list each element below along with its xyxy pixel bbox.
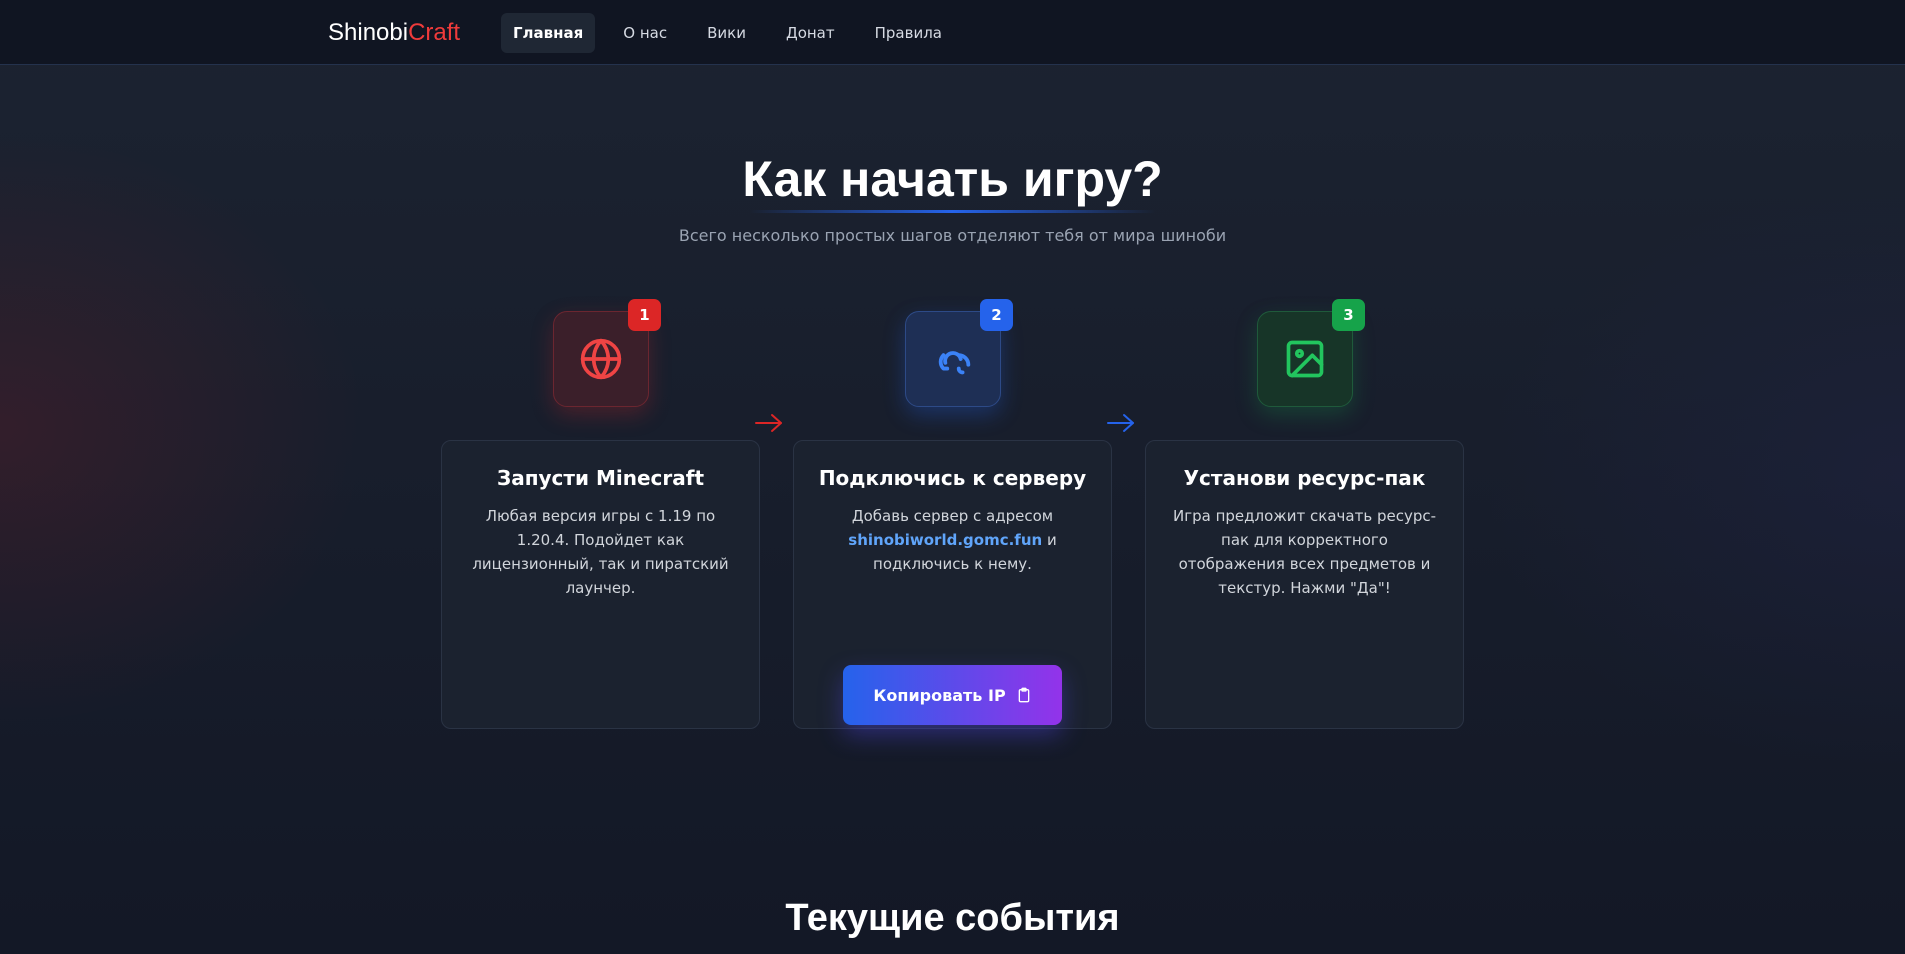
link-icon [938, 351, 971, 375]
copy-ip-button-label: Копировать IP [873, 685, 1006, 705]
logo-text-accent: Craft [408, 19, 461, 46]
nav-link-wiki[interactable]: Вики [695, 13, 758, 53]
step-card-resource-pack: Установи ресурс-пак Игра предложит скача… [1145, 440, 1464, 729]
step-card-text: Любая версия игры с 1.19 по 1.20.4. Подо… [472, 507, 729, 597]
step-card-text-before: Добавь сервер с адресом [851, 507, 1054, 525]
nav-link-rules[interactable]: Правила [863, 13, 954, 53]
step-2-badge: 2 [980, 299, 1013, 331]
step-1-badge: 1 [628, 299, 661, 331]
step-card-title: Запусти Minecraft [496, 466, 705, 490]
hero-title: Как начать игру? [742, 151, 1163, 207]
copy-ip-button[interactable]: Копировать IP [843, 665, 1062, 725]
hero-subtitle: Всего несколько простых шагов отделяют т… [678, 226, 1227, 245]
server-address-link[interactable]: shinobiworld.gomc.fun [848, 531, 1042, 549]
arrow-right-icon [755, 414, 782, 432]
navbar: ShinobiCraft Главная О нас Вики Донат Пр… [0, 0, 1905, 65]
nav-link-about[interactable]: О нас [611, 13, 679, 53]
events-section-title: Текущие события [785, 897, 1120, 939]
image-icon [1286, 340, 1324, 378]
step-card-title: Подключись к серверу [818, 466, 1087, 490]
clipboard-icon [1018, 687, 1030, 703]
step-card-title: Установи ресурс-пак [1183, 466, 1426, 490]
nav-link-home[interactable]: Главная [501, 13, 596, 53]
site-logo[interactable]: ShinobiCraft [328, 19, 460, 47]
step-card-text: Добавь сервер с адресом shinobiworld.gom… [818, 504, 1088, 576]
step-3-badge: 3 [1332, 299, 1365, 331]
globe-icon [580, 338, 622, 380]
step-card-text: Игра предложит скачать ресурс-пак для ко… [1173, 507, 1436, 597]
arrow-right-icon [1107, 414, 1134, 432]
step-card-launch: Запусти Minecraft Любая версия игры с 1.… [441, 440, 760, 729]
logo-text-main: Shinobi [328, 19, 409, 46]
title-underline [750, 210, 1155, 213]
nav-link-donate[interactable]: Донат [774, 13, 847, 53]
step-card-connect: Подключись к серверу Добавь сервер с адр… [793, 440, 1112, 729]
nav-links: Главная О нас Вики Донат Правила [501, 13, 970, 53]
